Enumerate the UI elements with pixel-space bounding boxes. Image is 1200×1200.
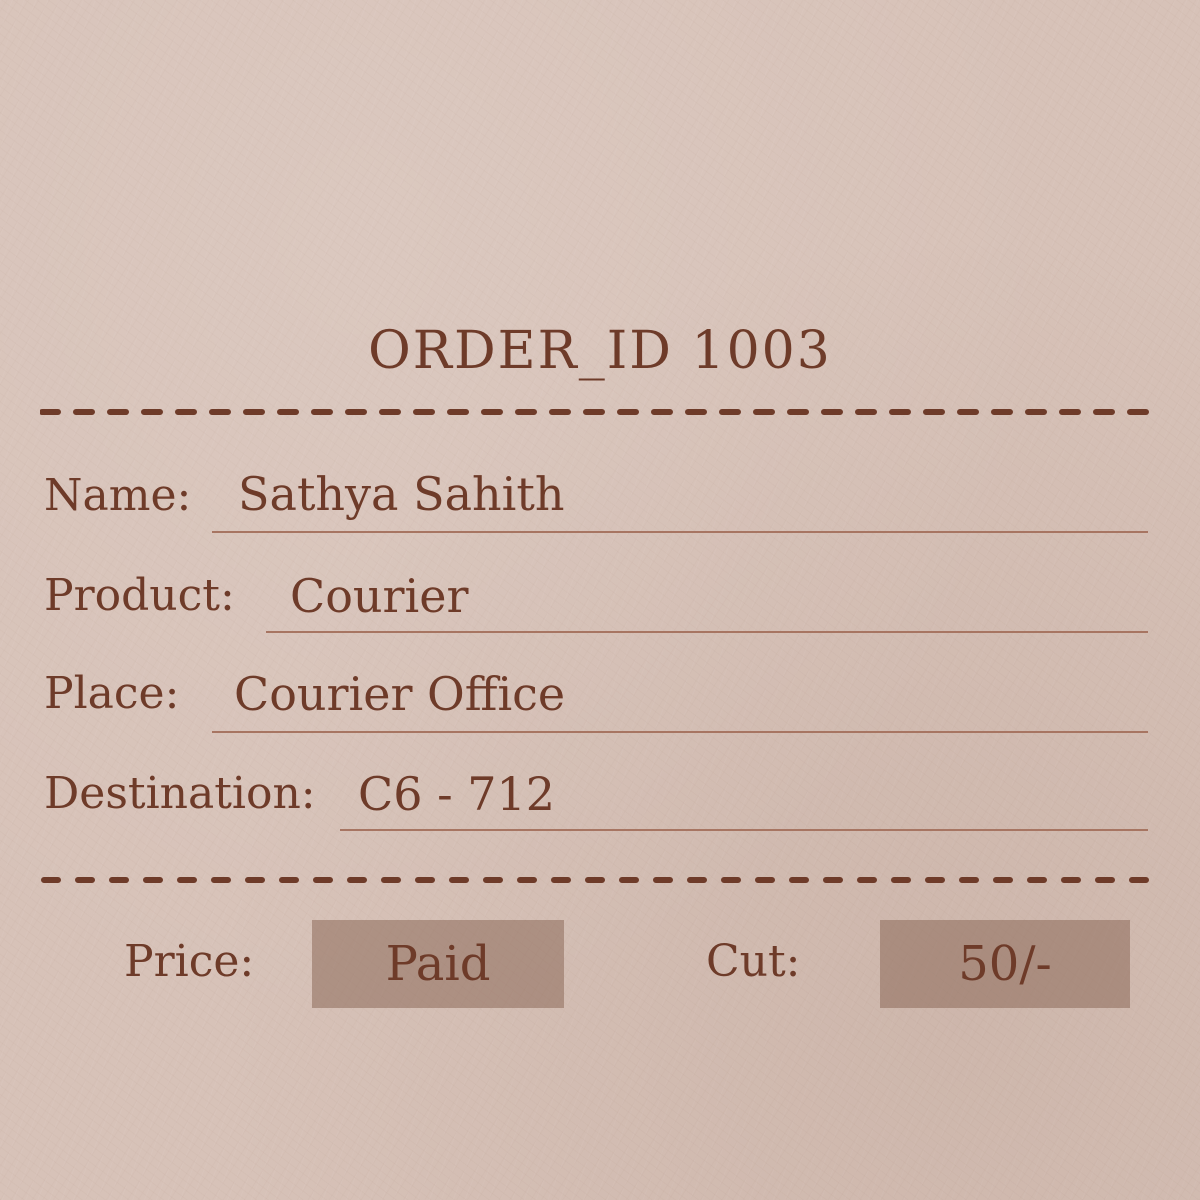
price-status-box: Paid	[312, 920, 564, 1008]
cut-amount-box: 50/-	[880, 920, 1130, 1008]
name-label: Name:	[44, 470, 192, 521]
price-value: Paid	[385, 936, 491, 992]
bottom-dashed-divider	[41, 877, 1159, 883]
place-underline	[212, 731, 1148, 733]
order-title: ORDER_ID 1003	[0, 316, 1200, 386]
product-label: Product:	[44, 570, 235, 621]
product-underline	[266, 631, 1148, 633]
destination-underline	[340, 829, 1148, 831]
order-slip: ORDER_ID 1003 Name: Sathya Sahith Produc…	[0, 0, 1200, 1200]
place-value: Courier Office	[234, 667, 566, 721]
place-label: Place:	[44, 668, 180, 719]
price-label: Price:	[124, 936, 255, 987]
destination-label: Destination:	[44, 768, 316, 819]
name-underline	[212, 531, 1148, 533]
top-dashed-divider	[40, 409, 1160, 415]
order-id-text: ORDER_ID 1003	[368, 321, 832, 381]
cut-value: 50/-	[958, 936, 1052, 992]
product-value: Courier	[290, 569, 469, 623]
cut-label: Cut:	[706, 936, 801, 987]
name-value: Sathya Sahith	[238, 467, 565, 521]
destination-value: C6 - 712	[358, 767, 556, 821]
